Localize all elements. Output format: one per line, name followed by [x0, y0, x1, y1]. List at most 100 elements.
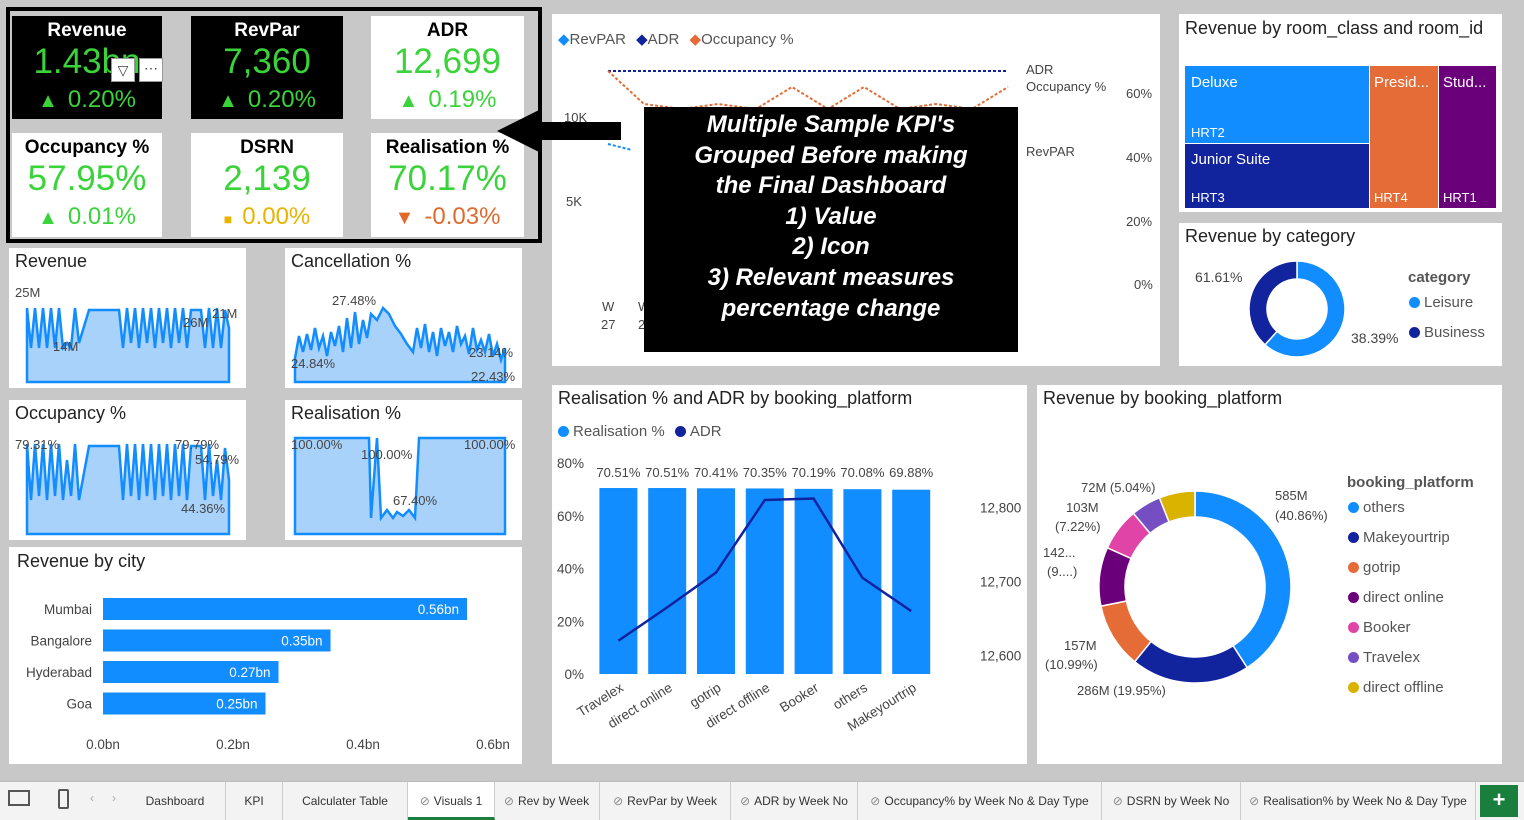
- realisation-bar-label: 70.19%: [792, 465, 837, 480]
- platform-legend-item[interactable]: Makeyourtrip: [1348, 529, 1450, 546]
- donut-slice-business[interactable]: [1249, 261, 1298, 346]
- right-axis-tick: 12,800: [980, 500, 1021, 515]
- left-axis-tick: 20%: [557, 614, 584, 629]
- next-page-icon[interactable]: ›: [112, 791, 116, 805]
- visual-icon: ⊘: [613, 794, 624, 808]
- cancellation-label-end: 23.14%: [469, 345, 514, 360]
- city-category-label: Goa: [66, 697, 92, 712]
- platform-legend-item[interactable]: Travelex: [1348, 649, 1420, 666]
- realisation-bar[interactable]: [745, 488, 784, 674]
- occupancy-label-end: 54.79%: [195, 452, 240, 467]
- end-label-revpar: RevPAR: [1026, 144, 1075, 159]
- platform-donut-title: Revenue by booking_platform: [1043, 388, 1283, 408]
- realisation-bar[interactable]: [892, 489, 931, 674]
- treemap-cell-id: HRT4: [1374, 190, 1408, 205]
- city-bar-value-label: 0.27bn: [229, 665, 270, 680]
- category-legend-title: category: [1408, 269, 1471, 286]
- realisation-bar[interactable]: [794, 488, 833, 674]
- occupancy-series-line: [607, 70, 1009, 111]
- legend-label: Makeyourtrip: [1363, 529, 1450, 546]
- treemap-cell-label: Junior Suite: [1191, 151, 1271, 168]
- kpi-group-outline: [6, 7, 542, 243]
- treemap-cell-presidential[interactable]: Presid... HRT4: [1370, 66, 1438, 208]
- revenue-by-category-chart[interactable]: Revenue by category 61.61% 38.39% catego…: [1179, 223, 1502, 366]
- city-x-tick-label: 0.6bn: [476, 737, 510, 752]
- realisation-trend-visual[interactable]: Realisation % 100.00% 100.00% 100.00% 67…: [285, 400, 522, 540]
- tab-revpar-by-week[interactable]: ⊘ RevPar by Week: [600, 782, 731, 820]
- revenue-trend-label-min: 14M: [53, 339, 79, 354]
- tab-label: DSRN by Week No: [1126, 794, 1230, 808]
- treemap-cell-id: HRT2: [1191, 125, 1225, 140]
- treemap-cell-studio[interactable]: Stud... HRT1: [1439, 66, 1496, 208]
- tab-calculater-table[interactable]: Calculater Table: [283, 782, 408, 820]
- add-page-button[interactable]: +: [1480, 785, 1518, 817]
- realisation-adr-platform-chart[interactable]: Realisation % and ADR by booking_platfor…: [552, 385, 1027, 764]
- legend-label: Leisure: [1424, 294, 1474, 311]
- platform-legend-item[interactable]: others: [1348, 499, 1405, 516]
- realisation-bar[interactable]: [599, 488, 638, 674]
- tab-dashboard[interactable]: Dashboard: [125, 782, 226, 820]
- left-axis-tick: 80%: [557, 456, 584, 471]
- realisation-bar[interactable]: [648, 488, 687, 674]
- realisation-bar-label: 70.41%: [694, 465, 739, 480]
- legend-label: gotrip: [1363, 559, 1401, 576]
- platform-legend-item[interactable]: gotrip: [1348, 559, 1401, 576]
- category-legend-business[interactable]: Business: [1409, 324, 1485, 341]
- revenue-trend-visual[interactable]: Revenue 25M 21M 26M 14M: [9, 248, 246, 388]
- more-options-icon[interactable]: ⋯: [139, 58, 163, 82]
- occupancy-trend-visual[interactable]: Occupancy % 79.31% 79.79% 54.79% 44.36%: [9, 400, 246, 540]
- legend-label: direct offline: [1363, 679, 1444, 696]
- phone-view-icon[interactable]: [58, 789, 69, 809]
- platform-legend-item[interactable]: direct offline: [1348, 679, 1444, 696]
- right-tick-20: 20%: [1126, 214, 1153, 229]
- annotation-line: Multiple Sample KPI's: [706, 111, 956, 138]
- cancellation-trend-visual[interactable]: Cancellation % 27.48% 24.84% 23.14% 22.4…: [285, 248, 522, 388]
- revenue-by-city-chart[interactable]: Revenue by city Mumbai 0.56bn Bangalore 0.3…: [9, 547, 522, 764]
- revenue-trend-area: [25, 307, 231, 384]
- right-axis-tick: 12,600: [980, 648, 1021, 663]
- desktop-view-icon[interactable]: [8, 790, 30, 806]
- revenue-by-platform-chart[interactable]: Revenue by booking_platform 585M (40.86%…: [1037, 385, 1502, 764]
- city-x-tick-label: 0.4bn: [346, 737, 380, 752]
- tab-visuals-1[interactable]: ⊘ Visuals 1: [408, 782, 495, 820]
- right-tick-40: 40%: [1126, 150, 1153, 165]
- platform-donut: [1099, 491, 1291, 683]
- realisation-bar[interactable]: [843, 489, 882, 674]
- visual-icon: ⊘: [870, 794, 881, 808]
- filter-icon[interactable]: ▽: [111, 58, 135, 82]
- left-axis-tick: 60%: [557, 509, 584, 524]
- tab-kpi[interactable]: KPI: [226, 782, 283, 820]
- annotation-line: Grouped Before making: [694, 141, 968, 169]
- platform-x-tick: others: [830, 680, 870, 713]
- x-tick-w27-a: W: [602, 299, 615, 314]
- platform-legend-item[interactable]: Booker: [1348, 619, 1411, 636]
- occupancy-label-min: 44.36%: [181, 501, 226, 516]
- tab-label: Occupancy% by Week No & Day Type: [884, 794, 1089, 808]
- donut-slice-makeyourtrip[interactable]: [1133, 640, 1249, 683]
- treemap-cell-junior-suite[interactable]: Junior Suite HRT3: [1185, 144, 1369, 208]
- platform-legend-item[interactable]: direct online: [1348, 589, 1444, 606]
- platform-x-tick: Booker: [777, 680, 822, 716]
- donut-label-booker-value: 103M: [1066, 500, 1099, 515]
- tab-label: Visuals 1: [433, 794, 483, 808]
- realisation-bar-label: 70.51%: [645, 465, 690, 480]
- tab-occupancy-by-week-no-day-type[interactable]: ⊘ Occupancy% by Week No & Day Type: [858, 782, 1102, 820]
- tab-adr-by-week-no[interactable]: ⊘ ADR by Week No: [731, 782, 858, 820]
- category-legend-leisure[interactable]: Leisure: [1409, 294, 1473, 311]
- tab-dsrn-by-week-no[interactable]: ⊘ DSRN by Week No: [1102, 782, 1241, 820]
- visual-icon: ⊘: [419, 794, 430, 808]
- city-bar[interactable]: [103, 598, 467, 620]
- tab-realisation-by-week-no-day-type[interactable]: ⊘ Realisation% by Week No & Day Type: [1241, 782, 1476, 820]
- donut-label-gotrip-pct: (10.99%): [1045, 657, 1098, 672]
- treemap-cell-id: HRT3: [1191, 190, 1225, 205]
- legend-label: others: [1363, 499, 1405, 516]
- tab-rev-by-week[interactable]: ⊘ Rev by Week: [494, 782, 600, 820]
- annotation-box: Multiple Sample KPI's Grouped Before mak…: [644, 107, 1018, 352]
- room-class-treemap[interactable]: Revenue by room_class and room_id Deluxe…: [1179, 14, 1502, 212]
- end-label-adr: ADR: [1026, 62, 1054, 77]
- treemap-cell-deluxe[interactable]: Deluxe HRT2: [1185, 66, 1369, 143]
- prev-page-icon[interactable]: ‹: [90, 791, 94, 805]
- realisation-bar-label: 69.88%: [889, 465, 934, 480]
- city-plot: Mumbai 0.56bn Bangalore 0.35bn Hyderabad 0.27…: [26, 598, 510, 752]
- city-category-label: Hyderabad: [26, 665, 92, 680]
